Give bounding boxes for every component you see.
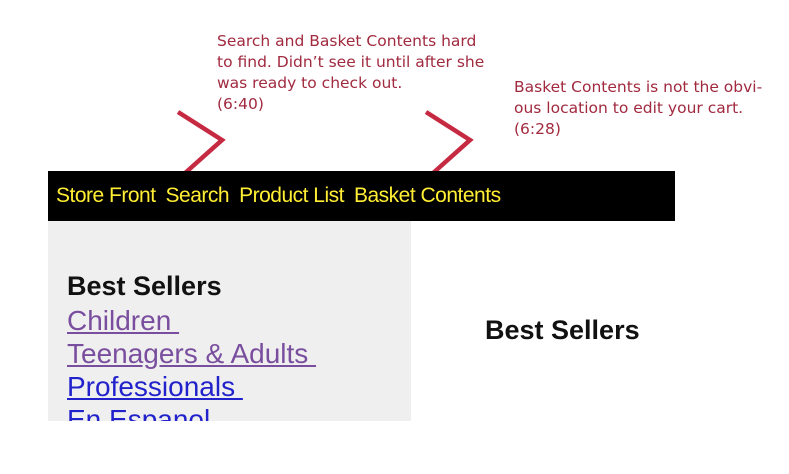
link-en-espanol[interactable]: En Espanol [67, 404, 210, 421]
annotation-basket-note: Basket Contents is not the obvi- ous loc… [514, 78, 763, 138]
list-item: Children [67, 304, 316, 337]
main-title: Best Sellers [485, 315, 640, 345]
list-item: En Espanol [67, 403, 316, 421]
link-teenagers-adults[interactable]: Teenagers & Adults [67, 338, 316, 369]
link-professionals[interactable]: Professionals [67, 371, 243, 402]
sidebar-link-list: Children Teenagers & Adults Professional… [67, 304, 316, 421]
nav-basket-contents[interactable]: Basket Contents [354, 184, 501, 208]
top-navbar: Store Front Search Product List Basket C… [48, 171, 675, 221]
annotation-search-note: Search and Basket Contents hard to find.… [217, 32, 485, 113]
nav-product-list[interactable]: Product List [239, 184, 344, 208]
nav-store-front[interactable]: Store Front [56, 184, 156, 208]
nav-search[interactable]: Search [166, 184, 230, 208]
list-item: Teenagers & Adults [67, 337, 316, 370]
sidebar: Best Sellers Children Teenagers & Adults… [48, 221, 411, 421]
link-children[interactable]: Children [67, 305, 179, 336]
list-item: Professionals [67, 370, 316, 403]
sidebar-title: Best Sellers [67, 271, 222, 301]
